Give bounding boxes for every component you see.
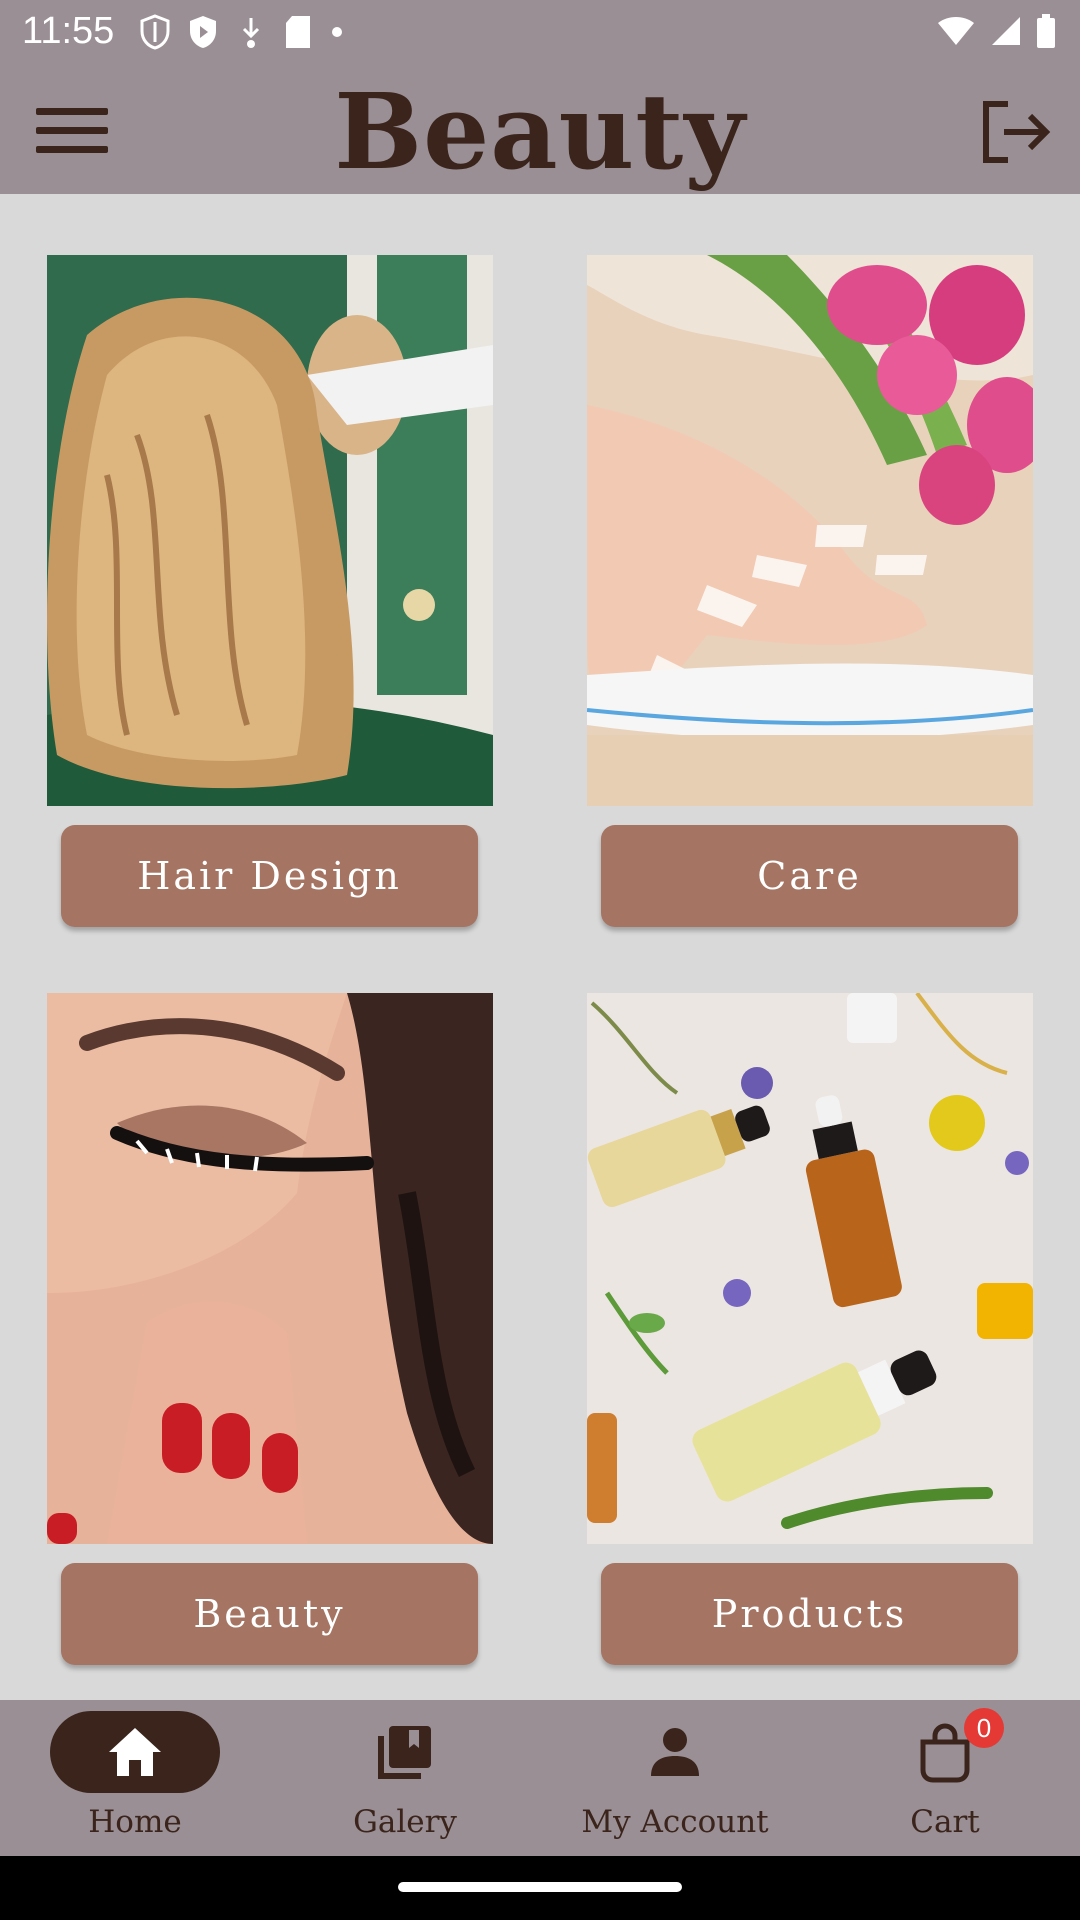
signal-icon xyxy=(992,17,1020,45)
beauty-image[interactable] xyxy=(47,993,493,1544)
products-image[interactable] xyxy=(587,993,1033,1544)
hair-photo xyxy=(47,255,493,806)
cart-badge: 0 xyxy=(964,1708,1004,1748)
nav-label-my-account: My Account xyxy=(581,1804,769,1840)
home-gesture-handle[interactable] xyxy=(398,1882,682,1892)
status-time: 11:55 xyxy=(22,10,115,52)
status-notification-icons xyxy=(140,14,344,50)
download-icon xyxy=(242,18,260,48)
products-button[interactable]: Products xyxy=(601,1563,1018,1665)
status-system-icons xyxy=(936,14,1056,48)
nav-item-home[interactable]: Home xyxy=(0,1700,270,1856)
play-shield-icon xyxy=(190,16,216,48)
hair-design-image[interactable] xyxy=(47,255,493,806)
status-bar: 11:55 xyxy=(0,0,1080,64)
nav-item-cart[interactable]: 0 Cart xyxy=(810,1700,1080,1856)
app-bar: Beauty xyxy=(0,64,1080,194)
care-button[interactable]: Care xyxy=(601,825,1018,927)
nails-photo xyxy=(587,255,1033,806)
logout-button[interactable] xyxy=(974,92,1054,172)
system-navigation-bar xyxy=(0,1856,1080,1920)
logout-icon xyxy=(983,101,1051,163)
care-image[interactable] xyxy=(587,255,1033,806)
nav-item-galery[interactable]: Galery xyxy=(270,1700,540,1856)
hair-design-button[interactable]: Hair Design xyxy=(61,825,478,927)
nav-label-cart: Cart xyxy=(910,1804,980,1840)
home-icon xyxy=(109,1728,161,1776)
nav-label-home: Home xyxy=(88,1804,182,1840)
battery-icon xyxy=(1037,14,1055,48)
person-icon xyxy=(651,1728,699,1776)
page-title: Beauty xyxy=(334,70,746,193)
shield-icon xyxy=(140,14,170,50)
beauty-button[interactable]: Beauty xyxy=(61,1563,478,1665)
dot-icon xyxy=(332,27,342,37)
wifi-icon xyxy=(938,17,974,45)
nav-label-galery: Galery xyxy=(353,1804,457,1840)
nav-item-my-account[interactable]: My Account xyxy=(540,1700,810,1856)
gallery-icon xyxy=(378,1726,431,1779)
sd-card-icon xyxy=(286,16,310,48)
bottom-navigation: Home Galery My Account 0 Cart xyxy=(0,1700,1080,1856)
products-photo xyxy=(587,993,1033,1544)
makeup-photo xyxy=(47,993,493,1544)
